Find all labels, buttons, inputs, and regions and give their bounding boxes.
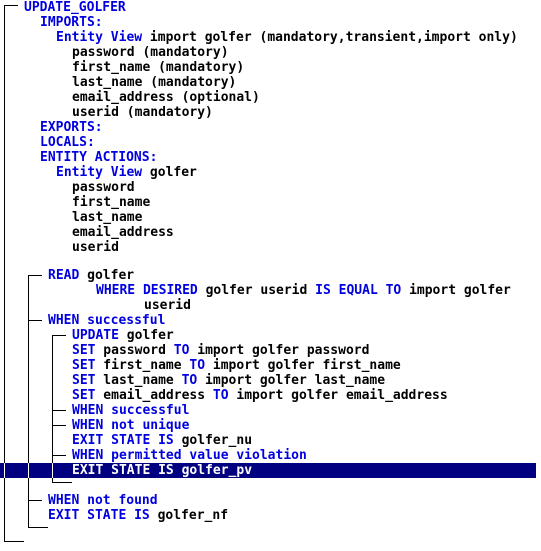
exit-state-nf[interactable]: EXIT STATE IS golfer_nf [48, 508, 228, 523]
update-bracket-bottom [52, 482, 72, 483]
where-keyword: WHERE DESIRED [96, 283, 198, 298]
update-bracket-line-selected [52, 463, 53, 478]
import-entity-view[interactable]: Entity View import golfer (mandatory,tra… [56, 30, 518, 45]
exit-state-keyword: EXIT STATE IS [72, 463, 174, 478]
set-keyword: SET [72, 358, 96, 373]
read-bracket-line [28, 275, 29, 528]
read-statement[interactable]: READ golfer [48, 268, 134, 283]
entity-action-view[interactable]: Entity View golfer [56, 165, 197, 180]
to-keyword: TO [212, 388, 229, 403]
entity-actions-label: ENTITY ACTIONS: [40, 150, 158, 165]
read-text: golfer [79, 268, 135, 283]
set-target: password [95, 343, 174, 358]
locals-label: LOCALS: [40, 135, 95, 150]
entity-view-keyword: Entity View [56, 30, 143, 45]
set-statement[interactable]: SET first_name TO import golfer first_na… [72, 358, 401, 373]
set-source: import golfer last_name [197, 373, 386, 388]
exit-state-value: golfer_nf [149, 508, 229, 523]
when-keyword: WHEN successful [48, 313, 166, 328]
when-not-found-tick [28, 500, 42, 501]
when-not-found[interactable]: WHEN not found [48, 493, 158, 508]
set-keyword: SET [72, 388, 96, 403]
where-text: golfer userid [197, 283, 316, 298]
entity-actions-section[interactable]: ENTITY ACTIONS: [40, 150, 157, 165]
when-permitted-value-violation[interactable]: WHEN permitted value violation [72, 448, 307, 463]
when-successful-tick [28, 320, 42, 321]
set-target: last_name [95, 373, 182, 388]
update-keyword: UPDATE [72, 328, 119, 343]
imports-section[interactable]: IMPORTS: [40, 15, 103, 30]
inner-when-successful-tick [52, 410, 66, 411]
entity-attribute[interactable]: last_name [72, 210, 142, 225]
set-source: import golfer password [189, 343, 370, 358]
import-attribute[interactable]: email_address (optional) [72, 90, 260, 105]
exit-state-value: golfer_pv [173, 463, 253, 478]
exports-section[interactable]: EXPORTS: [40, 120, 103, 135]
import-view-text: import golfer (mandatory,transient,impor… [142, 30, 518, 45]
import-attribute[interactable]: first_name (mandatory) [72, 60, 244, 75]
entity-view-text: golfer [142, 165, 197, 180]
entity-attribute[interactable]: userid [72, 240, 119, 255]
set-statement[interactable]: SET email_address TO import golfer email… [72, 388, 448, 403]
exports-label: EXPORTS: [40, 120, 103, 135]
set-source: import golfer first_name [205, 358, 401, 373]
when-pvv-tick [52, 455, 66, 456]
to-keyword: TO [181, 373, 198, 388]
read-bracket-line-selected [28, 463, 29, 478]
outer-bracket-line-selected [4, 463, 5, 478]
when-keyword: WHEN permitted value violation [72, 448, 307, 463]
exit-state-nu[interactable]: EXIT STATE IS golfer_nu [72, 433, 252, 448]
read-bracket-tick [28, 275, 42, 276]
outer-bracket-line [4, 5, 5, 542]
entity-attribute[interactable]: password [72, 180, 135, 195]
when-not-unique[interactable]: WHEN not unique [72, 418, 189, 433]
when-keyword: WHEN not unique [72, 418, 190, 433]
set-statement[interactable]: SET last_name TO import golfer last_name [72, 373, 385, 388]
when-keyword: WHEN not found [48, 493, 158, 508]
entity-attribute[interactable]: email_address [72, 225, 174, 240]
update-text: golfer [118, 328, 174, 343]
update-bracket-tick [52, 335, 66, 336]
set-keyword: SET [72, 343, 96, 358]
inner-when-successful[interactable]: WHEN successful [72, 403, 189, 418]
to-keyword: TO [189, 358, 206, 373]
import-attribute[interactable]: password (mandatory) [72, 45, 229, 60]
where-continuation[interactable]: userid [144, 298, 191, 313]
import-attribute[interactable]: userid (mandatory) [72, 105, 213, 120]
entity-attribute[interactable]: first_name [72, 195, 150, 210]
when-successful-statement[interactable]: WHEN successful [48, 313, 165, 328]
locals-section[interactable]: LOCALS: [40, 135, 95, 150]
set-target: first_name [95, 358, 190, 373]
set-target: email_address [95, 388, 213, 403]
outer-bracket-bottom [4, 541, 24, 542]
when-not-unique-tick [52, 425, 66, 426]
to-keyword: TO [173, 343, 190, 358]
imports-label: IMPORTS: [40, 15, 103, 30]
outer-bracket-top [4, 5, 18, 6]
update-statement[interactable]: UPDATE golfer [72, 328, 174, 343]
read-keyword: READ [48, 268, 80, 283]
action-block-title: UPDATE_GOLFER [24, 0, 126, 15]
where-text-2: import golfer [401, 283, 511, 298]
set-keyword: SET [72, 373, 96, 388]
import-attribute[interactable]: last_name (mandatory) [72, 75, 236, 90]
set-source: import golfer email_address [228, 388, 448, 403]
where-clause[interactable]: WHERE DESIRED golfer userid IS EQUAL TO … [96, 283, 511, 298]
exit-state-keyword: EXIT STATE IS [72, 433, 174, 448]
entity-view-keyword: Entity View [56, 165, 143, 180]
action-block-name[interactable]: UPDATE_GOLFER [24, 0, 126, 15]
when-keyword: WHEN successful [72, 403, 190, 418]
is-equal-to-keyword: IS EQUAL TO [315, 283, 402, 298]
set-statement[interactable]: SET password TO import golfer password [72, 343, 369, 358]
exit-state-pv-selected[interactable]: EXIT STATE IS golfer_pv [72, 463, 252, 478]
update-bracket-line [52, 335, 53, 483]
exit-state-value: golfer_nu [173, 433, 253, 448]
read-bracket-bottom [28, 527, 48, 528]
exit-state-keyword: EXIT STATE IS [48, 508, 150, 523]
